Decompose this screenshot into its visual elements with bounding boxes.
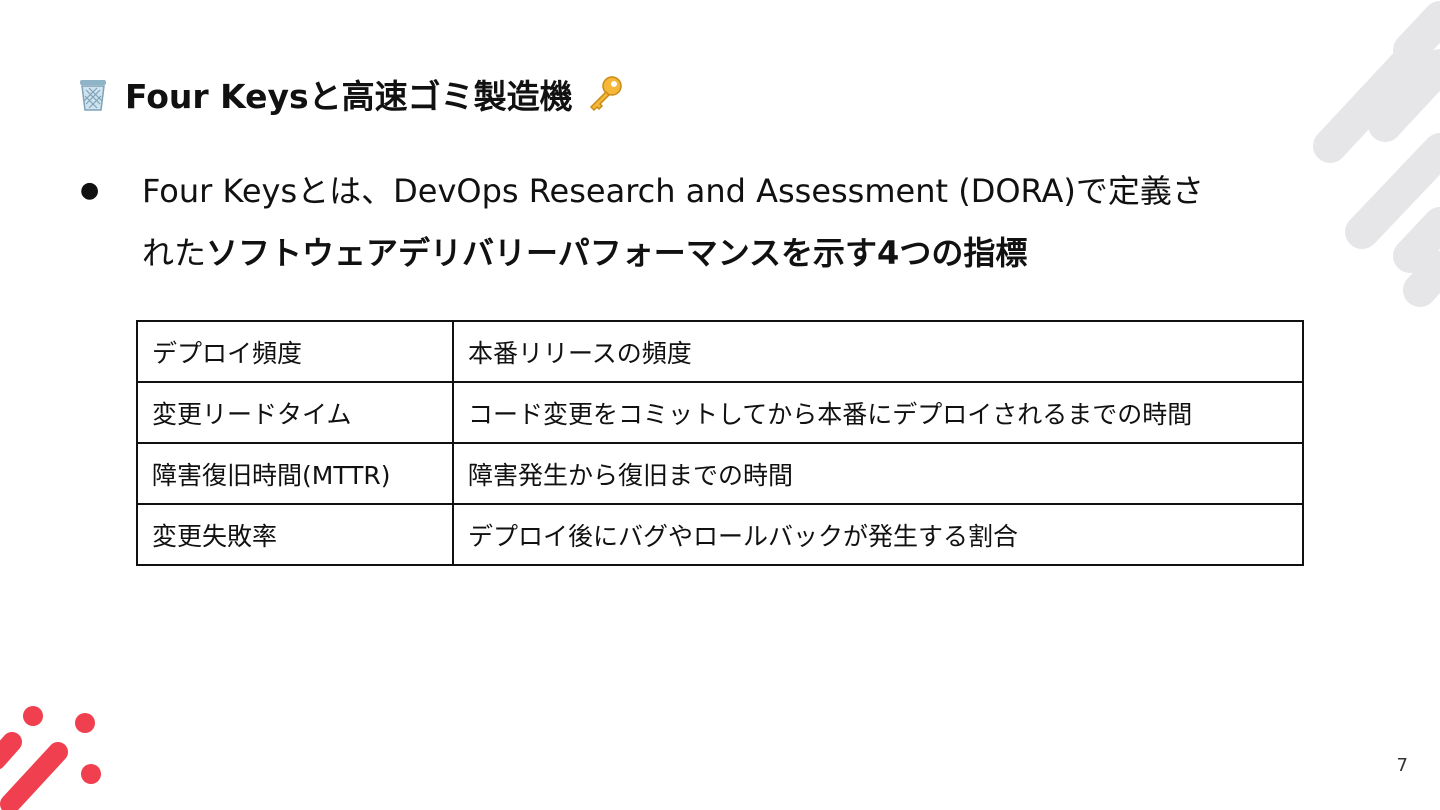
table-cell-key: 変更失敗率	[136, 503, 454, 566]
table-cell-description: デプロイ後にバグやロールバックが発生する割合	[452, 503, 1304, 566]
table-row: 障害復旧時間(MTTR) 障害発生から復旧までの時間	[136, 442, 1304, 505]
decorative-logo-bottom-left	[0, 706, 101, 810]
slide-title-text: Four Keysと高速ゴミ製造機	[125, 77, 573, 116]
table-cell-description: コード変更をコミットしてから本番にデプロイされるまでの時間	[452, 381, 1304, 444]
key-icon	[589, 76, 622, 112]
table-cell-description: 障害発生から復旧までの時間	[452, 442, 1304, 505]
table-cell-description: 本番リリースの頻度	[452, 320, 1304, 383]
table-row: 変更リードタイム コード変更をコミットしてから本番にデプロイされるまでの時間	[136, 381, 1304, 444]
table-row: デプロイ頻度 本番リリースの頻度	[136, 320, 1304, 383]
table-cell-key: 変更リードタイム	[136, 381, 454, 444]
bullet-text: Four Keysとは、DevOps Research and Assessme…	[142, 160, 1310, 284]
four-keys-table: デプロイ頻度 本番リリースの頻度 変更リードタイム コード変更をコミットしてから…	[136, 320, 1304, 566]
table-cell-key: 障害復旧時間(MTTR)	[136, 442, 454, 505]
slide-title: Four Keysと高速ゴミ製造機	[73, 70, 625, 118]
bullet-line-1: Four Keysとは、DevOps Research and Assessme…	[142, 172, 1204, 210]
table-cell-key: デプロイ頻度	[136, 320, 454, 383]
bullet-line-2-bold: ソフトウェアデリバリーパフォーマンスを示す4つの指標	[206, 234, 1028, 272]
wastebasket-icon	[80, 80, 106, 111]
bullet-line-2-prefix: れた	[142, 234, 207, 272]
bullet-line-2: れたソフトウェアデリバリーパフォーマンスを示す4つの指標	[142, 222, 1310, 284]
bullet-dot: ●	[80, 178, 100, 203]
table-row: 変更失敗率 デプロイ後にバグやロールバックが発生する割合	[136, 503, 1304, 566]
bullet-item: ● Four Keysとは、DevOps Research and Assess…	[80, 160, 1310, 284]
page-number: 7	[1396, 755, 1408, 776]
